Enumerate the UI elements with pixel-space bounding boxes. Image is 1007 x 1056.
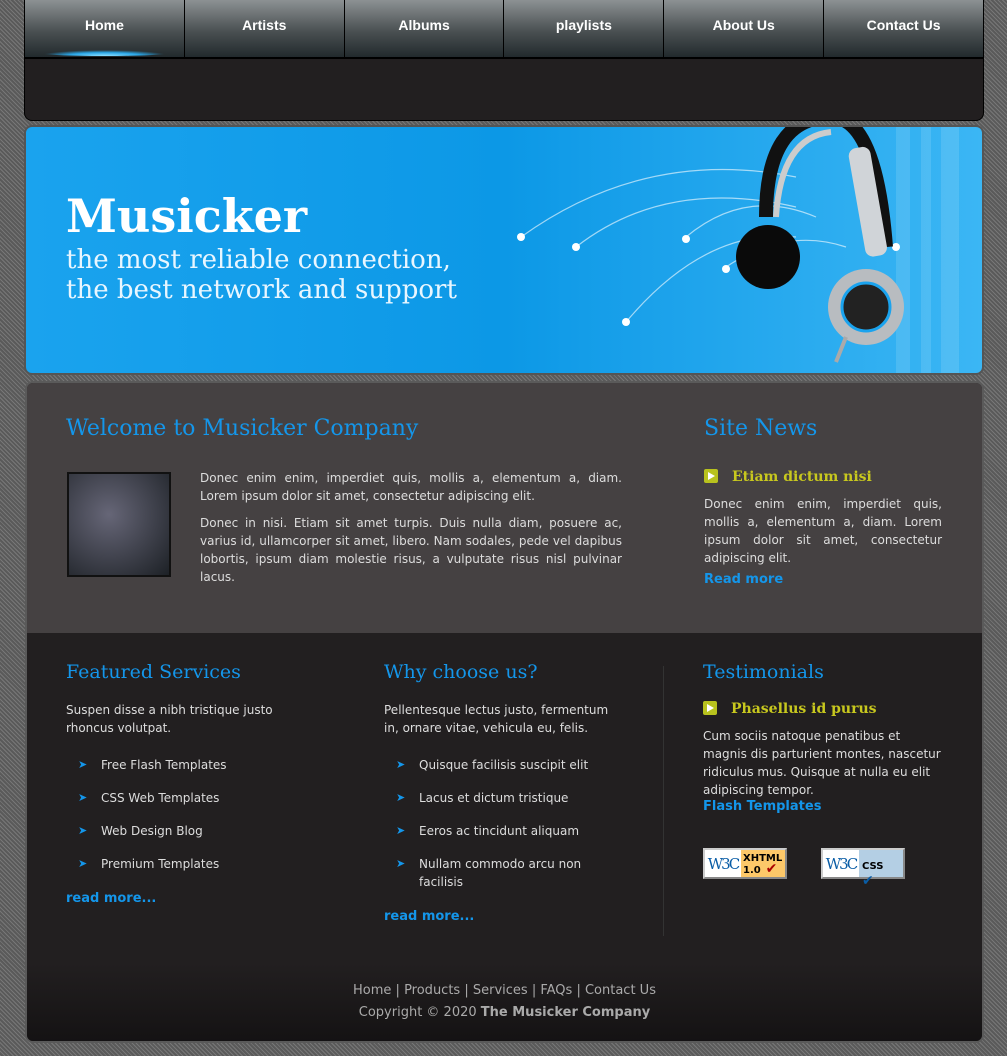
- copyright: Copyright © 2020 The Musicker Company: [358, 1005, 651, 1020]
- testimonials-heading: Testimonials: [703, 661, 824, 683]
- site-title: Musicker: [66, 189, 308, 243]
- nav-contact-us[interactable]: Contact Us: [824, 0, 983, 57]
- flash-templates-link[interactable]: Flash Templates: [703, 799, 821, 814]
- play-bullet-icon: [704, 469, 718, 483]
- footer-links: Home | Products | Services | FAQs | Cont…: [353, 983, 656, 998]
- read-more-link[interactable]: Read more: [704, 572, 942, 587]
- footer-link-faqs[interactable]: FAQs: [540, 983, 572, 998]
- footer-link-home[interactable]: Home: [353, 983, 391, 998]
- service-item[interactable]: Free Flash Templates: [66, 756, 296, 774]
- column-divider: [663, 666, 664, 936]
- why-choose-heading: Why choose us?: [384, 661, 538, 683]
- footer-link-contact[interactable]: Contact Us: [585, 983, 656, 998]
- footer: Home | Products | Services | FAQs | Cont…: [27, 963, 982, 1041]
- site-news-heading: Site News: [704, 416, 818, 441]
- why-read-more[interactable]: read more...: [384, 909, 614, 924]
- service-item[interactable]: Premium Templates: [66, 855, 296, 873]
- why-item[interactable]: Lacus et dictum tristique: [384, 789, 614, 807]
- service-item[interactable]: Web Design Blog: [66, 822, 296, 840]
- headphones-image: [736, 127, 904, 363]
- why-intro: Pellentesque lectus justo, fermentum in,…: [384, 703, 609, 735]
- why-item[interactable]: Eeros ac tincidunt aliquam: [384, 822, 614, 840]
- welcome-text-2: Donec in nisi. Etiam sit amet turpis. Du…: [200, 516, 622, 584]
- audio-jack-image: [67, 472, 171, 577]
- valid-xhtml-badge[interactable]: W3C XHTML 1.0 ✔: [703, 848, 787, 879]
- service-item[interactable]: CSS Web Templates: [66, 789, 296, 807]
- play-bullet-icon: [703, 701, 717, 715]
- tagline: the most reliable connection, the best ne…: [66, 245, 457, 305]
- nav-artists[interactable]: Artists: [184, 0, 345, 57]
- nav-home[interactable]: Home: [25, 0, 185, 57]
- testimonial-title: Phasellus id purus: [731, 701, 877, 717]
- testimonial-text: Cum sociis natoque penatibus et magnis d…: [703, 729, 941, 797]
- nav-about-us[interactable]: About Us: [664, 0, 825, 57]
- why-item[interactable]: Nullam commodo arcu non facilisis: [384, 855, 614, 891]
- welcome-text-1: Donec enim enim, imperdiet quis, mollis …: [200, 471, 622, 503]
- news-item-title: Etiam dictum nisi: [732, 469, 872, 485]
- why-item[interactable]: Quisque facilisis suscipit elit: [384, 756, 614, 774]
- check-icon: ✔: [862, 873, 874, 889]
- services-read-more[interactable]: read more...: [66, 891, 296, 906]
- main-nav: Home Artists Albums playlists About Us C…: [25, 0, 983, 59]
- header: Home Artists Albums playlists About Us C…: [24, 0, 984, 121]
- check-icon: ✔: [760, 861, 778, 877]
- footer-link-products[interactable]: Products: [404, 983, 460, 998]
- services-intro: Suspen disse a nibh tristique justo rhon…: [66, 703, 273, 735]
- featured-services-heading: Featured Services: [66, 661, 241, 683]
- welcome-heading: Welcome to Musicker Company: [66, 416, 419, 441]
- nav-albums[interactable]: Albums: [344, 0, 505, 57]
- nav-playlists[interactable]: playlists: [504, 0, 665, 57]
- valid-css-badge[interactable]: W3C CSS ✔: [821, 848, 905, 889]
- content-area: Welcome to Musicker Company Donec enim e…: [25, 381, 984, 1043]
- footer-link-services[interactable]: Services: [473, 983, 528, 998]
- news-text: Donec enim enim, imperdiet quis, mollis …: [704, 497, 942, 565]
- hero-banner: Musicker the most reliable connection, th…: [24, 125, 984, 375]
